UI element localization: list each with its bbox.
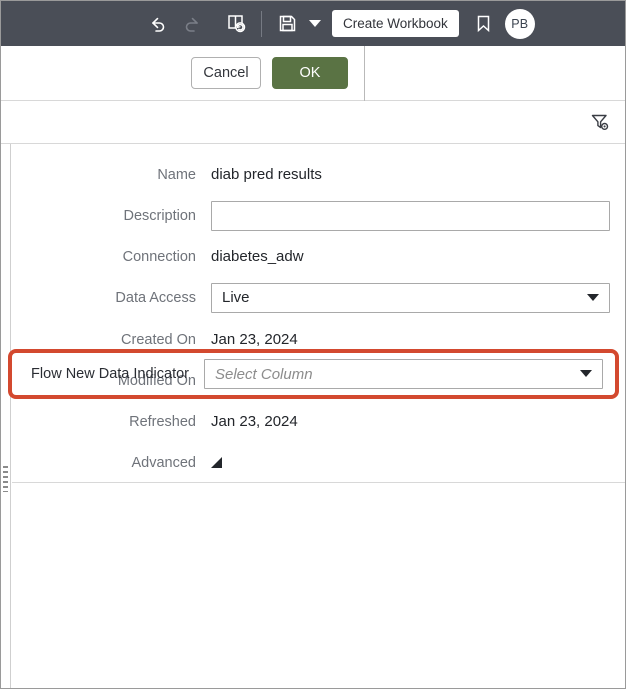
avatar[interactable]: PB (504, 8, 535, 39)
form-row-connection: Connection diabetes_adw (12, 236, 625, 277)
value-connection: diabetes_adw (211, 248, 304, 265)
redo-icon[interactable] (175, 7, 209, 41)
value-created-on: Jan 23, 2024 (211, 331, 298, 348)
data-access-select[interactable]: Live (211, 282, 610, 313)
label-connection: Connection (122, 248, 196, 265)
save-icon[interactable] (270, 7, 304, 41)
form-row-advanced: Advanced (12, 442, 625, 483)
panel-resize-grip[interactable] (3, 466, 8, 492)
refresh-data-icon[interactable] (219, 7, 253, 41)
toolbar-divider (261, 10, 262, 37)
flow-new-data-indicator-value: Select Column (204, 359, 603, 389)
form-row-name: Name diab pred results (12, 154, 625, 195)
label-refreshed: Refreshed (129, 413, 196, 430)
save-menu-chevron-down-icon[interactable] (304, 7, 326, 41)
ok-button-label: OK (299, 65, 321, 81)
cancel-button-label: Cancel (203, 65, 249, 81)
data-source-properties-form: Name diab pred results Description Conne… (12, 144, 625, 688)
cancel-button[interactable]: Cancel (191, 57, 261, 89)
filter-bar (1, 101, 625, 144)
label-advanced: Advanced (131, 454, 197, 471)
value-name: diab pred results (211, 166, 322, 183)
form-row-description: Description (12, 195, 625, 236)
bookmark-icon[interactable] (467, 7, 501, 41)
create-workbook-button[interactable]: Create Workbook (332, 10, 459, 37)
label-created-on: Created On (121, 331, 196, 348)
value-refreshed: Jan 23, 2024 (211, 413, 298, 430)
label-name: Name (157, 166, 196, 183)
data-source-inspector-window: Create Workbook PB Cancel OK Name diab p… (0, 0, 626, 689)
label-flow-new-data-indicator: Flow New Data Indicator (31, 366, 189, 382)
flow-new-data-indicator-select[interactable]: Select Column (204, 359, 603, 389)
ok-button[interactable]: OK (272, 57, 348, 89)
advanced-expand-triangle-icon[interactable] (211, 457, 222, 468)
filter-settings-icon[interactable] (589, 111, 611, 133)
label-data-access: Data Access (115, 289, 196, 306)
form-row-flow-new-data-indicator: Flow New Data Indicator Select Column (12, 353, 615, 395)
label-description: Description (123, 207, 196, 224)
action-bar-divider (364, 46, 365, 101)
data-access-value: Live (211, 282, 610, 313)
undo-icon[interactable] (141, 7, 175, 41)
form-row-data-access: Data Access Live (12, 277, 625, 318)
section-divider (12, 482, 625, 483)
description-input[interactable] (211, 200, 610, 231)
panel-left-rail (1, 144, 11, 688)
top-toolbar: Create Workbook PB (1, 1, 625, 46)
form-row-refreshed: Refreshed Jan 23, 2024 (12, 401, 625, 442)
avatar-initials: PB (511, 16, 529, 31)
